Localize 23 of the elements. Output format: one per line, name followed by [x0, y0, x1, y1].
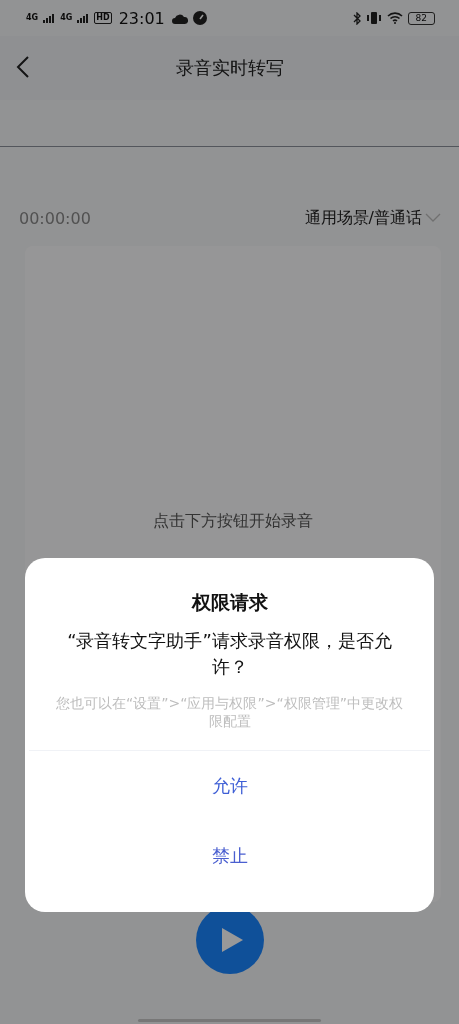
chevron-down-icon	[425, 213, 441, 223]
network-label: 4G	[26, 14, 39, 22]
recording-timer: 00:00:00	[19, 208, 91, 228]
network-label: 4G	[60, 14, 73, 22]
hd-badge: HD	[94, 12, 112, 24]
allow-button[interactable]: 允许	[25, 751, 434, 821]
vibrate-icon	[365, 12, 382, 24]
cloud-icon	[171, 12, 188, 24]
dialog-title: 权限请求	[191, 590, 268, 615]
page-title: 录音实时转写	[175, 56, 284, 80]
dialog-note: 您也可以在“设置”>“应用与权限”>“权限管理”中更改权限配置	[55, 694, 404, 730]
back-icon[interactable]	[16, 56, 30, 78]
bluetooth-icon	[352, 11, 361, 25]
clock: 23:01	[118, 8, 165, 28]
battery-level: 82	[407, 11, 435, 25]
scene-selector[interactable]: 通用场景/普通话	[304, 207, 441, 229]
deny-button[interactable]: 禁止	[25, 821, 434, 891]
start-hint: 点击下方按钮开始录音	[153, 511, 313, 532]
signal-icon	[43, 13, 56, 23]
gauge-icon	[192, 11, 207, 25]
dialog-message: “录音转文字助手”请求录音权限，是否允许？	[66, 629, 393, 679]
signal-icon	[77, 13, 90, 23]
wifi-icon	[386, 12, 403, 24]
